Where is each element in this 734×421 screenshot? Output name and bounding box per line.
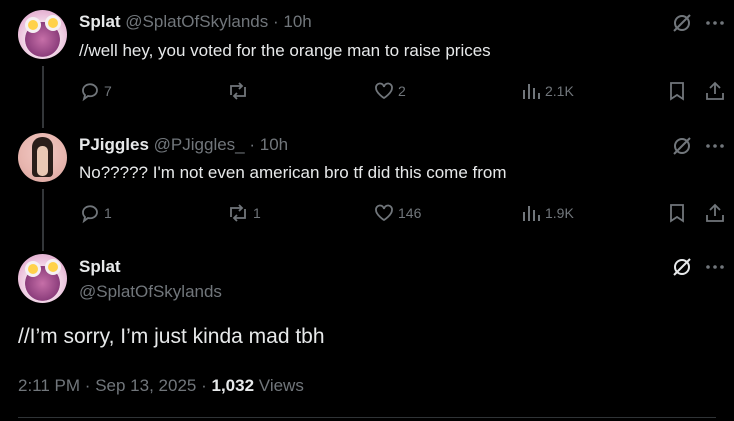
bookmark-button[interactable]	[666, 202, 688, 224]
post-text: //I’m sorry, I’m just kinda mad tbh	[18, 325, 325, 348]
share-button[interactable]	[704, 80, 726, 102]
separator: ·	[84, 376, 91, 395]
grok-icon[interactable]	[671, 12, 693, 39]
views-button[interactable]: 1.9K	[520, 202, 574, 224]
views-count: 2.1K	[545, 83, 574, 99]
bookmark-button[interactable]	[666, 80, 688, 102]
reply-count: 7	[104, 83, 112, 99]
bookmark-icon	[670, 82, 684, 101]
reply-button[interactable]: 7	[79, 80, 112, 102]
reply-icon	[82, 205, 98, 224]
repost-count: 1	[253, 205, 261, 221]
user-handle[interactable]: @SplatOfSkylands	[79, 282, 222, 302]
display-name[interactable]: Splat	[79, 257, 121, 277]
repost-icon	[230, 82, 246, 100]
views-icon	[523, 84, 540, 99]
share-icon	[706, 203, 724, 222]
separator: ·	[249, 135, 256, 154]
more-icon[interactable]	[704, 256, 726, 283]
post-text: No????? I'm not even american bro tf did…	[79, 163, 507, 182]
like-icon	[375, 204, 393, 222]
reply-button[interactable]: 1	[79, 202, 112, 224]
views-icon	[523, 206, 540, 221]
post-time[interactable]: 2:11 PM	[18, 376, 80, 395]
thread-connector	[42, 66, 44, 128]
reply-count: 1	[104, 205, 112, 221]
avatar[interactable]	[18, 254, 67, 303]
views-count: 1.9K	[545, 205, 574, 221]
bookmark-icon	[670, 204, 684, 223]
repost-button[interactable]: 1	[226, 202, 261, 224]
views-label: Views	[258, 376, 304, 395]
grok-icon[interactable]	[671, 256, 693, 283]
like-icon	[375, 82, 393, 100]
repost-icon	[230, 204, 246, 222]
avatar[interactable]	[18, 133, 67, 182]
display-name[interactable]: PJiggles	[79, 135, 149, 154]
thread-connector	[42, 189, 44, 251]
views-total: 1,032	[211, 376, 255, 395]
repost-button[interactable]	[226, 80, 253, 102]
avatar[interactable]	[18, 10, 67, 59]
separator: ·	[272, 12, 279, 31]
like-button[interactable]: 146	[373, 202, 421, 224]
post-time[interactable]: 10h	[283, 12, 311, 31]
reply-icon	[82, 83, 98, 102]
like-button[interactable]: 2	[373, 80, 406, 102]
user-handle[interactable]: @SplatOfSkylands	[125, 12, 268, 31]
views-button[interactable]: 2.1K	[520, 80, 574, 102]
post-date[interactable]: Sep 13, 2025	[95, 376, 196, 395]
user-handle[interactable]: @PJiggles_	[154, 135, 245, 154]
share-button[interactable]	[704, 202, 726, 224]
more-icon[interactable]	[704, 135, 726, 162]
post-header: PJiggles @PJiggles_ · 10h	[79, 135, 288, 155]
more-icon[interactable]	[704, 12, 726, 39]
like-count: 146	[398, 205, 422, 221]
post-header: Splat @SplatOfSkylands · 10h	[79, 12, 312, 32]
divider	[18, 417, 716, 418]
separator: ·	[201, 376, 207, 395]
post-time[interactable]: 10h	[260, 135, 288, 154]
share-icon	[706, 81, 724, 100]
post-meta: 2:11 PM · Sep 13, 2025 · 1,032 Views	[18, 376, 304, 396]
like-count: 2	[398, 83, 406, 99]
display-name[interactable]: Splat	[79, 12, 121, 31]
grok-icon[interactable]	[671, 135, 693, 162]
post-text: //well hey, you voted for the orange man…	[79, 41, 491, 60]
